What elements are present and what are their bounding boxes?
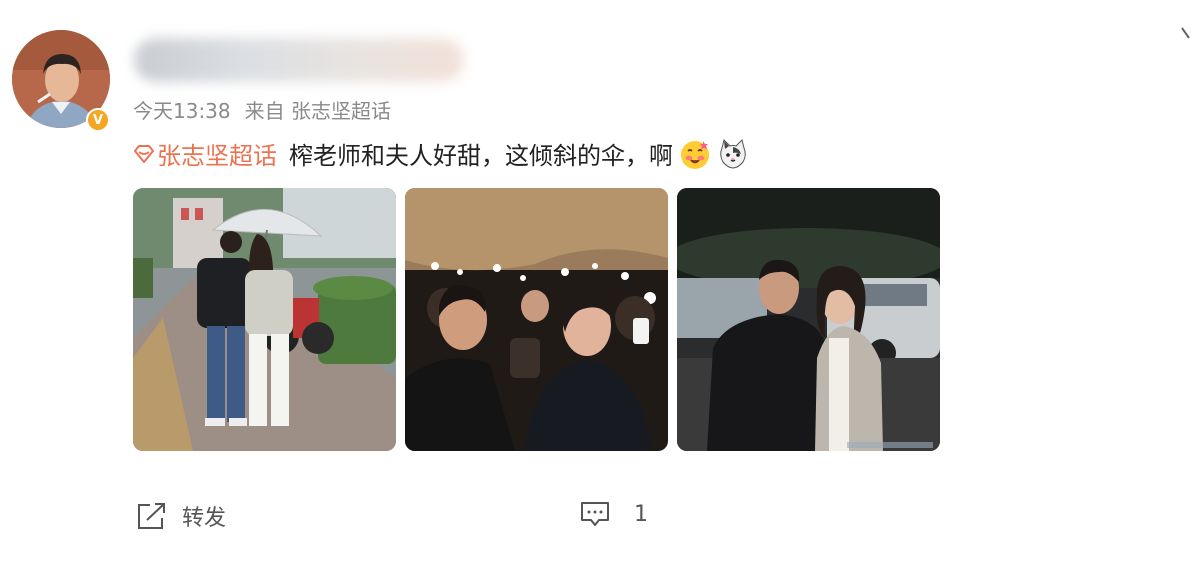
verified-badge-icon: V [86,108,110,132]
shy-face-emoji-icon [681,140,709,169]
post-image-1[interactable] [133,188,396,451]
post-meta: 今天13:38 来自 张志坚超话 [133,95,391,124]
repost-button[interactable]: 转发 [136,500,226,532]
topic-label: 张志坚超话 [157,142,277,170]
post-time: 今天13:38 [133,99,231,123]
post-text: 张志坚超话 榨老师和夫人好甜，这倾斜的伞，啊 [133,136,749,171]
super-topic-icon [134,144,154,163]
comment-count: 1 [634,501,648,527]
post-image-2[interactable] [405,188,668,451]
username-blurred[interactable] [134,38,464,82]
comment-icon [581,502,609,526]
action-bar: 转发 1 [0,500,1196,540]
post-image-3[interactable] [677,188,940,451]
post-source[interactable]: 来自 张志坚超话 [245,95,391,124]
more-menu-icon[interactable] [1180,26,1192,40]
repost-label: 转发 [182,506,227,531]
post-content: 榨老师和夫人好甜，这倾斜的伞，啊 [289,142,673,170]
topic-link[interactable]: 张志坚超话 [133,136,277,171]
cat-face-emoji-icon [720,138,746,169]
share-icon [138,503,165,529]
comment-button[interactable]: 1 [580,500,648,528]
